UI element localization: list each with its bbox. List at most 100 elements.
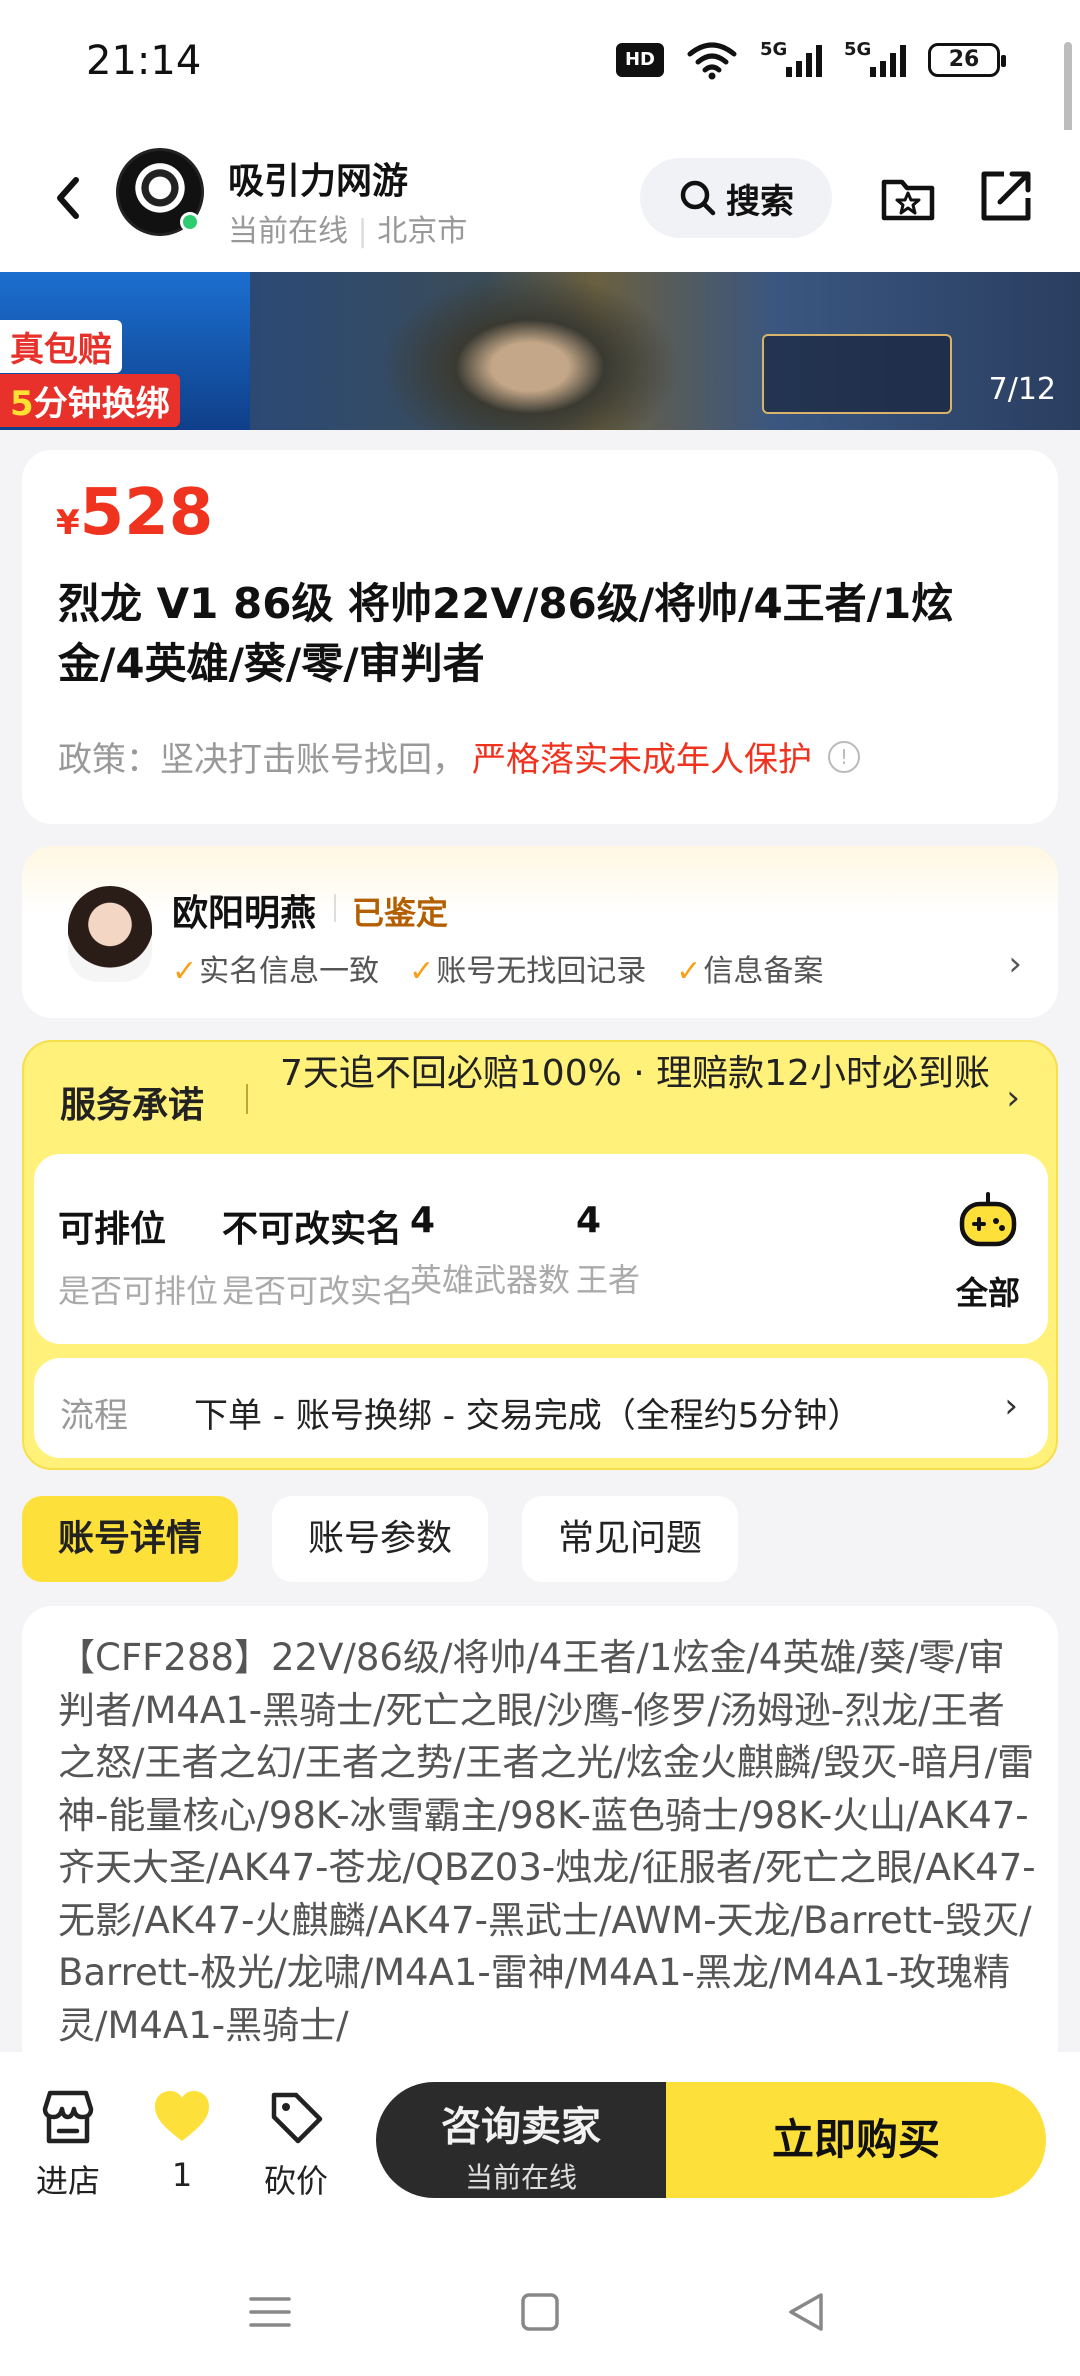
service-divider	[246, 1084, 248, 1114]
price-value: 528	[79, 476, 214, 550]
check-item: ✓实名信息一致	[172, 946, 379, 990]
appraiser-status: 已鉴定	[352, 894, 449, 932]
banner-character-art	[380, 272, 680, 430]
search-button[interactable]: 搜索	[640, 158, 832, 238]
attribute-value: 4	[410, 1200, 436, 1241]
tab-account-params[interactable]: 账号参数	[272, 1496, 489, 1582]
tab-faq[interactable]: 常见问题	[522, 1496, 739, 1582]
chevron-left-icon	[57, 177, 79, 219]
check-label: 信息备案	[703, 954, 824, 989]
flow-text: 下单 - 账号换绑 - 交易完成（全程约5分钟）	[194, 1396, 862, 1436]
tag-icon	[271, 2092, 323, 2144]
attribute-item: 可排位 是否可排位	[58, 1200, 218, 1312]
attribute-value: 不可改实名	[222, 1209, 403, 1250]
hd-icon: HD	[616, 43, 664, 77]
search-icon	[680, 180, 716, 216]
menu-icon	[249, 2297, 291, 2327]
shop-status: 当前在线	[228, 214, 348, 249]
favorite-folder-button[interactable]	[878, 168, 938, 228]
home-nav-button[interactable]	[500, 2272, 580, 2352]
service-commitment-card: 服务承诺 7天追不回必赔100% · 理赔款12小时必到账 › 可排位 是否可排…	[22, 1040, 1058, 1470]
banner-guarantee-tag: 真包赔	[0, 320, 122, 373]
banner-rebind-number: 5	[10, 384, 34, 424]
buy-now-button[interactable]: 立即购买	[666, 2082, 1046, 2198]
service-text[interactable]: 7天追不回必赔100% · 理赔款12小时必到账	[280, 1048, 1000, 1100]
store-label: 进店	[35, 2162, 100, 2200]
policy-highlight: 严格落实未成年人保护	[472, 740, 812, 780]
attribute-key: 英雄武器数	[410, 1261, 571, 1299]
search-label: 搜索	[726, 181, 794, 222]
online-indicator	[180, 212, 200, 232]
signal-icon-1: 5G	[760, 39, 822, 77]
appraiser-divider	[334, 894, 336, 922]
bottom-action-bar: 进店 1 砍价 咨询卖家 当前在线 立即购买	[0, 2052, 1080, 2252]
all-label: 全部	[955, 1274, 1020, 1312]
share-button[interactable]	[976, 166, 1036, 226]
signal-label-2: 5G	[844, 39, 872, 60]
store-icon	[42, 2090, 94, 2144]
header: 吸引力网游 当前在线 | 北京市 搜索	[0, 130, 1080, 272]
attribute-item: 4 英雄武器数	[410, 1200, 570, 1301]
carousel-counter: 7/12	[988, 372, 1056, 407]
shop-name[interactable]: 吸引力网游	[228, 152, 408, 204]
check-icon: ✓	[676, 954, 702, 989]
attribute-key: 王者	[576, 1261, 641, 1299]
chevron-right-icon[interactable]: ›	[1006, 1078, 1020, 1118]
banner-rebind-text: 分钟换绑	[33, 384, 170, 424]
triangle-back-icon	[789, 2293, 823, 2331]
consult-label: 咨询卖家	[441, 2104, 601, 2150]
status-icons: HD 5G 5G 26	[616, 39, 1006, 80]
tab-account-details[interactable]: 账号详情	[22, 1496, 239, 1582]
battery-icon: 26	[928, 43, 1006, 77]
back-nav-button[interactable]	[766, 2272, 846, 2352]
account-details-text: 【CFF288】22V/86级/将帅/4王者/1炫金/4英雄/葵/零/审判者/M…	[58, 1636, 1036, 2047]
product-title: 烈龙 V1 86级 将帅22V/86级/将帅/4王者/1炫金/4英雄/葵/零/审…	[58, 579, 954, 688]
chevron-right-icon: ›	[1008, 944, 1022, 984]
banner-game-panel	[762, 334, 952, 414]
check-item: ✓信息备案	[676, 946, 823, 990]
consult-status: 当前在线	[464, 2161, 577, 2194]
signal-icon-2: 5G	[844, 39, 906, 77]
consult-seller-button[interactable]: 咨询卖家 当前在线	[376, 2082, 666, 2198]
attribute-key: 是否可排位	[58, 1272, 219, 1310]
shop-divider: |	[357, 214, 368, 249]
attribute-value: 4	[576, 1200, 602, 1241]
bargain-button[interactable]: 砍价	[246, 2086, 346, 2202]
attribute-value: 可排位	[58, 1209, 167, 1250]
bargain-label: 砍价	[263, 2162, 328, 2200]
appraiser-checks: ✓实名信息一致 ✓账号无找回记录 ✓信息备案	[172, 946, 823, 990]
star-folder-icon	[881, 179, 935, 221]
like-button[interactable]: 1	[132, 2086, 232, 2194]
account-details-card: 【CFF288】22V/86级/将帅/4王者/1炫金/4英雄/葵/零/审判者/M…	[22, 1606, 1058, 2066]
policy-line: 政策：坚决打击账号找回， 严格落实未成年人保护 !	[58, 732, 860, 781]
detail-tabs: 账号详情 账号参数 常见问题	[22, 1496, 739, 1582]
store-button[interactable]: 进店	[18, 2086, 118, 2202]
check-item: ✓账号无找回记录	[409, 946, 646, 990]
shop-city: 北京市	[377, 214, 468, 249]
gamepad-icon	[959, 1192, 1017, 1247]
check-label: 实名信息一致	[199, 954, 380, 989]
share-icon	[981, 171, 1031, 221]
system-nav-bar	[0, 2252, 1080, 2376]
appraiser-card[interactable]: 欧阳明燕 已鉴定 ✓实名信息一致 ✓账号无找回记录 ✓信息备案 ›	[22, 846, 1058, 1018]
attribute-item: 不可改实名 是否可改实名	[222, 1200, 414, 1312]
all-attributes-button[interactable]: 全部	[928, 1154, 1048, 1344]
image-carousel[interactable]: 真包赔 5分钟换绑 7/12	[0, 272, 1080, 430]
attribute-strip[interactable]: 可排位 是否可排位 不可改实名 是否可改实名 4 英雄武器数 4 王者 全部	[34, 1154, 1048, 1344]
shop-subtitle: 当前在线 | 北京市	[228, 206, 467, 250]
service-label: 服务承诺	[60, 1085, 205, 1126]
appraiser-avatar	[68, 886, 152, 982]
appraiser-name: 欧阳明燕	[172, 893, 317, 934]
signal-label-1: 5G	[760, 39, 788, 60]
wifi-icon	[687, 42, 737, 80]
back-button[interactable]	[40, 168, 100, 228]
policy-prefix: 政策：坚决打击账号找回，	[58, 740, 466, 780]
heart-icon	[155, 2091, 209, 2141]
info-icon[interactable]: !	[828, 740, 860, 773]
menu-nav-button[interactable]	[230, 2272, 310, 2352]
flow-row[interactable]: 流程 下单 - 账号换绑 - 交易完成（全程约5分钟） ›	[34, 1358, 1048, 1458]
check-label: 账号无找回记录	[436, 954, 647, 989]
check-icon: ✓	[172, 954, 198, 989]
status-time: 21:14	[86, 38, 202, 84]
attribute-item: 4 王者	[576, 1200, 640, 1301]
